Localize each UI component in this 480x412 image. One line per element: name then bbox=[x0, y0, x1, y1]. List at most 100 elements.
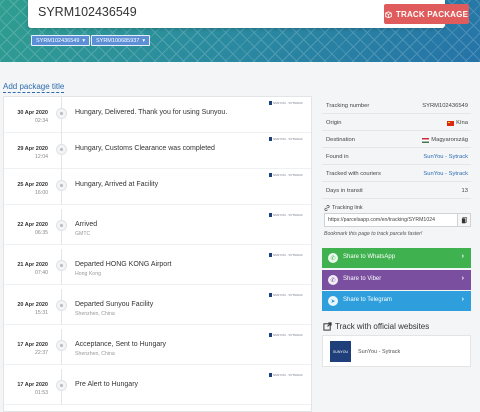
event-location: Shenzhen, China bbox=[75, 311, 115, 317]
official-carrier-name: SunYou - Sytrack bbox=[358, 349, 401, 355]
tracking-chip[interactable]: SYRM102436549 ▾ bbox=[31, 35, 91, 46]
share-label: Share to Telegram bbox=[343, 297, 392, 303]
track-package-button[interactable]: TRACK PACKAGE bbox=[384, 4, 469, 24]
info-label: Days in transit bbox=[326, 188, 363, 194]
event-date: 29 Apr 2020 bbox=[17, 146, 48, 152]
timeline-event: 20 Apr 2020 15:31 Departed Sunyou Facili… bbox=[4, 289, 311, 325]
tracking-search-input[interactable] bbox=[38, 5, 338, 19]
info-label: Origin bbox=[326, 120, 342, 126]
chip-dropdown-icon: ▾ bbox=[142, 37, 146, 44]
timeline-dot bbox=[56, 260, 67, 271]
event-time: 15:31 bbox=[35, 310, 48, 316]
timeline-dot bbox=[56, 380, 67, 391]
info-row-origin: Origin Kína bbox=[322, 114, 471, 131]
carrier-tag-label: SUNYOU · SYTRACK bbox=[273, 333, 303, 337]
timeline-dot bbox=[56, 108, 67, 119]
timeline-event: 29 Apr 2020 12:04 Hungary, Customs Clear… bbox=[4, 133, 311, 169]
hungary-flag-icon bbox=[422, 137, 430, 143]
event-date: 20 Apr 2020 bbox=[17, 302, 48, 308]
timeline-event: 22 Apr 2020 06:35 Arrived GMTC SUNYOU · … bbox=[4, 209, 311, 245]
share-viber-button[interactable]: ✆ Share to Viber › bbox=[322, 270, 471, 290]
info-row-destination: Destination Magyarország bbox=[322, 131, 471, 148]
info-label: Found in bbox=[326, 154, 349, 160]
info-row-tracked-with: Tracked with couriers SunYou - Sytrack bbox=[322, 165, 471, 182]
info-value: SYRM102436549 bbox=[422, 103, 468, 109]
event-date: 17 Apr 2020 bbox=[17, 382, 48, 388]
whatsapp-icon: ✆ bbox=[328, 253, 338, 263]
chevron-right-icon: › bbox=[461, 275, 464, 282]
carrier-logo-icon bbox=[269, 253, 272, 257]
carrier-tag-label: SUNYOU · SYTRACK bbox=[273, 293, 303, 297]
carrier-tag: SUNYOU · SYTRACK bbox=[269, 100, 309, 106]
link-icon bbox=[324, 205, 330, 211]
event-time: 07:40 bbox=[35, 270, 48, 276]
carrier-logo-icon bbox=[269, 173, 272, 177]
info-value-wrap: Kína bbox=[447, 120, 468, 126]
info-label: Tracking number bbox=[326, 103, 370, 109]
event-time: 22:37 bbox=[35, 350, 48, 356]
found-in-link[interactable]: SunYou - Sytrack bbox=[423, 154, 468, 160]
sunyou-logo-text: SUNYOU bbox=[333, 349, 348, 354]
event-time: 01:53 bbox=[35, 390, 48, 396]
carrier-tag-label: SUNYOU · SYTRACK bbox=[273, 137, 303, 141]
event-date: 25 Apr 2020 bbox=[17, 182, 48, 188]
carrier-tag-label: SUNYOU · SYTRACK bbox=[273, 213, 303, 217]
china-flag-icon bbox=[447, 120, 455, 126]
timeline-dot bbox=[56, 220, 67, 231]
event-description: Hungary, Delivered. Thank you for using … bbox=[75, 109, 228, 116]
carrier-logo-icon bbox=[269, 213, 272, 217]
telegram-icon: ➤ bbox=[328, 296, 338, 306]
tracking-link-field[interactable]: https://parcelsapp.com/en/tracking/SYRM1… bbox=[324, 213, 458, 227]
chip-label: SYRM102436549 bbox=[36, 37, 80, 44]
carrier-tag: SUNYOU · SYTRACK bbox=[269, 372, 309, 378]
share-telegram-button[interactable]: ➤ Share to Telegram › bbox=[322, 291, 471, 311]
event-location: GMTC bbox=[75, 231, 91, 237]
carrier-logo-icon bbox=[269, 293, 272, 297]
chevron-right-icon: › bbox=[461, 296, 464, 303]
timeline-dot bbox=[56, 180, 67, 191]
search-box: TRACK PACKAGE bbox=[28, 0, 469, 28]
tracking-link-label: Tracking link bbox=[332, 205, 363, 211]
event-description: Arrived bbox=[75, 221, 98, 228]
carrier-tag-label: SUNYOU · SYTRACK bbox=[273, 173, 303, 177]
timeline-event: 25 Apr 2020 16:00 Hungary, Arrived at Fa… bbox=[4, 169, 311, 205]
event-location: Shenzhen, China bbox=[75, 351, 115, 357]
carrier-tag-label: SUNYOU · SYTRACK bbox=[273, 373, 303, 377]
timeline-event: 21 Apr 2020 07:40 Departed HONG KONG Air… bbox=[4, 249, 311, 285]
timeline-dot bbox=[56, 340, 67, 351]
carrier-tag: SUNYOU · SYTRACK bbox=[269, 212, 309, 218]
event-description: Departed HONG KONG Airport bbox=[75, 261, 172, 268]
info-value: Kína bbox=[456, 120, 468, 126]
event-description: Pre Alert to Hungary bbox=[75, 381, 139, 388]
tracking-chip[interactable]: SYRM100685937 ▾ bbox=[91, 35, 151, 46]
info-row-found-in: Found in SunYou - Sytrack bbox=[322, 148, 471, 165]
tracked-with-link[interactable]: SunYou - Sytrack bbox=[423, 171, 468, 177]
carrier-tag-label: SUNYOU · SYTRACK bbox=[273, 101, 303, 105]
info-value: 13 bbox=[461, 188, 468, 194]
sunyou-logo: SUNYOU bbox=[330, 341, 351, 362]
bookmark-hint: Bookmark this page to track parcels fast… bbox=[324, 231, 423, 237]
event-time: 16:00 bbox=[35, 190, 48, 196]
event-date: 21 Apr 2020 bbox=[17, 262, 48, 268]
timeline-event: 17 Apr 2020 01:53 Pre Alert to Hungary S… bbox=[4, 369, 311, 405]
event-date: 30 Apr 2020 bbox=[17, 110, 48, 116]
event-time: 12:04 bbox=[35, 154, 48, 160]
event-description: Hungary, Customs Clearance was completed bbox=[75, 145, 215, 152]
carrier-tag: SUNYOU · SYTRACK bbox=[269, 252, 309, 258]
carrier-tag-label: SUNYOU · SYTRACK bbox=[273, 253, 303, 257]
share-whatsapp-button[interactable]: ✆ Share to WhatsApp › bbox=[322, 248, 471, 268]
event-description: Hungary, Arrived at Facility bbox=[75, 181, 159, 188]
share-label: Share to Viber bbox=[343, 276, 382, 282]
timeline-event: 30 Apr 2020 02:34 Hungary, Delivered. Th… bbox=[4, 97, 311, 133]
info-row-tracking-number: Tracking number SYRM102436549 bbox=[322, 97, 471, 114]
event-description: Acceptance, Sent to Hungary bbox=[75, 341, 167, 348]
info-row-days-in-transit: Days in transit 13 bbox=[322, 182, 471, 199]
official-website-card[interactable]: SUNYOU SunYou - Sytrack bbox=[322, 335, 471, 367]
event-time: 06:35 bbox=[35, 230, 48, 236]
carrier-tag: SUNYOU · SYTRACK bbox=[269, 292, 309, 298]
viber-icon: ✆ bbox=[328, 275, 338, 285]
copy-link-button[interactable] bbox=[457, 213, 471, 227]
chip-label: SYRM100685937 bbox=[96, 37, 140, 44]
add-package-title-link[interactable]: Add package title bbox=[3, 82, 65, 93]
carrier-tag: SUNYOU · SYTRACK bbox=[269, 136, 309, 142]
